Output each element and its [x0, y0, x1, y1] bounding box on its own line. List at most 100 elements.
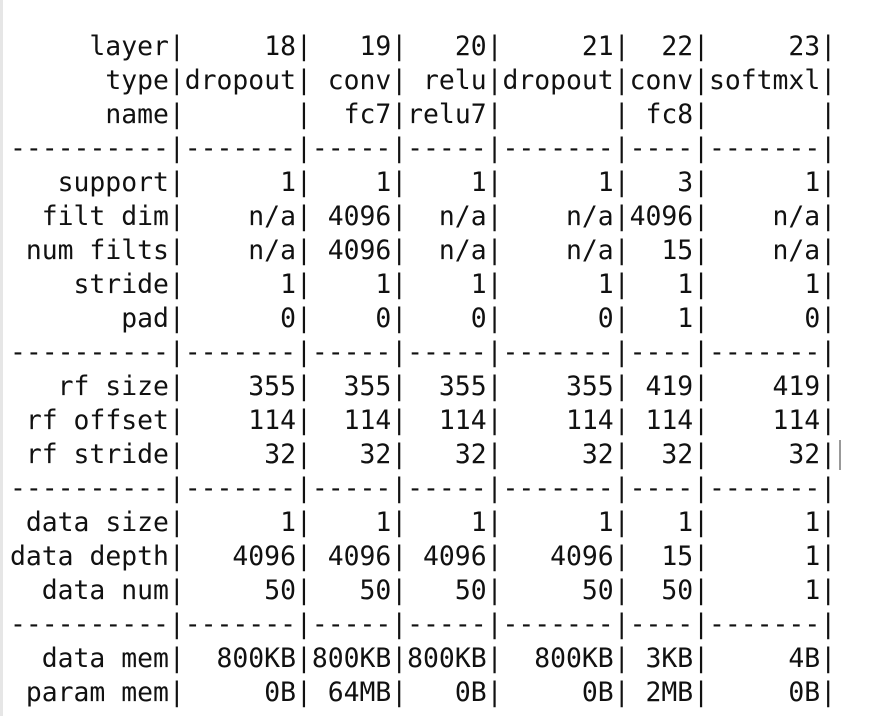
- column-divider: |: [168, 473, 185, 504]
- cell-value: 1: [470, 269, 487, 300]
- column-divider: |: [295, 337, 312, 368]
- separator-row: ---------- | ------- | ----- | ----- | ------- | -…: [10, 608, 841, 642]
- cell-value: 15: [661, 541, 694, 572]
- rule-segment: -------: [184, 337, 296, 368]
- column-divider: |: [613, 133, 630, 164]
- column-divider: |: [391, 337, 408, 368]
- column-divider: |: [295, 371, 312, 402]
- table-row: name | | fc7 | relu7 | | fc8 | |: [10, 98, 841, 132]
- cell-value: 50: [454, 575, 487, 606]
- cell-value: [709, 98, 820, 132]
- column-divider: |: [391, 541, 408, 572]
- column-divider: |: [820, 65, 837, 96]
- cell-value: 800KB: [311, 643, 392, 674]
- rule-segment: -------: [708, 473, 821, 504]
- cell-value: 1: [597, 507, 614, 538]
- column-divider: |: [693, 235, 709, 266]
- column-divider: |: [693, 337, 709, 368]
- column-divider: |: [295, 201, 312, 232]
- cell-value: 114: [772, 405, 821, 436]
- cell-value: 0B: [454, 677, 487, 708]
- rule-segment: -------: [708, 337, 821, 368]
- column-divider: |: [820, 201, 837, 232]
- cell-value: fc7: [343, 99, 392, 130]
- rule-segment: ----: [629, 473, 694, 504]
- table-row: stride | 1 | 1 | 1 | 1 | 1 | 1 |: [10, 268, 841, 302]
- rule-segment: ----: [629, 133, 694, 164]
- column-divider: |: [168, 371, 185, 402]
- cell-value: 1: [375, 507, 392, 538]
- column-divider: |: [391, 405, 408, 436]
- cell-value: dropout: [502, 65, 614, 96]
- row-label: filt dim: [41, 201, 169, 232]
- column-divider: |: [168, 133, 185, 164]
- column-divider: |: [391, 473, 408, 504]
- table-row: layer | 18 | 19 | 20 | 21 | 22 | 23 |: [10, 30, 841, 64]
- cell-value: 0: [804, 303, 821, 334]
- table-row: pad | 0 | 0 | 0 | 0 | 1 | 0 |: [10, 302, 841, 336]
- column-divider: |: [613, 303, 630, 334]
- column-divider: |: [486, 65, 503, 96]
- column-divider: |: [168, 235, 185, 266]
- cell-value: n/a: [772, 235, 821, 266]
- rule-segment: -----: [311, 473, 392, 504]
- column-divider: |: [820, 677, 837, 708]
- cell-value: 4096: [629, 201, 694, 232]
- column-divider: |: [486, 167, 503, 198]
- column-divider: |: [295, 609, 312, 640]
- cell-value: 2MB: [645, 677, 694, 708]
- column-divider: |: [613, 643, 630, 674]
- column-divider: |: [613, 337, 630, 368]
- column-divider: |: [295, 473, 312, 504]
- cell-value: 0: [597, 303, 614, 334]
- cell-value: 1: [470, 167, 487, 198]
- table-row: data depth | 4096 | 4096 | 4096 | 4096 | 15 | 1 |: [10, 540, 841, 574]
- column-divider: |: [820, 473, 837, 504]
- cell-value: n/a: [248, 201, 296, 232]
- column-divider: |: [613, 167, 630, 198]
- cell-value: 0B: [581, 677, 614, 708]
- cell-value: 4096: [423, 541, 487, 572]
- column-divider: |: [168, 541, 185, 572]
- rule-segment: -------: [184, 609, 296, 640]
- cell-value: n/a: [248, 235, 296, 266]
- column-divider: |: [820, 405, 837, 436]
- cell-value: 22: [661, 31, 694, 62]
- column-divider: |: [486, 201, 503, 232]
- column-divider: |: [613, 439, 630, 470]
- table-row: data mem | 800KB | 800KB | 800KB | 800KB | 3KB | 4B |: [10, 642, 841, 676]
- cell-value: 800KB: [534, 643, 614, 674]
- column-divider: |: [820, 371, 837, 402]
- rule-segment: -------: [708, 133, 821, 164]
- cell-value: 1: [470, 507, 487, 538]
- cell-value: relu7: [407, 99, 487, 130]
- separator-row: ---------- | ------- | ----- | ----- | ------- | -…: [10, 472, 841, 506]
- cell-value: 0: [280, 303, 296, 334]
- column-divider: |: [295, 575, 312, 606]
- table-row: data num | 50 | 50 | 50 | 50 | 50 | 1 |: [10, 574, 841, 608]
- cell-value: 114: [438, 405, 487, 436]
- column-divider: |: [168, 677, 185, 708]
- column-divider: |: [391, 575, 408, 606]
- cell-value: 1: [280, 167, 296, 198]
- cell-value: 0B: [264, 677, 296, 708]
- cell-value: dropout: [184, 65, 296, 96]
- cell-value: [185, 98, 296, 132]
- column-divider: |: [693, 609, 709, 640]
- column-divider: |: [693, 133, 709, 164]
- rule-segment: -----: [311, 609, 392, 640]
- column-divider: |: [820, 643, 837, 674]
- column-divider: |: [693, 167, 709, 198]
- column-divider: |: [820, 269, 837, 300]
- column-divider: |: [168, 405, 185, 436]
- column-divider: |: [613, 99, 630, 130]
- column-divider: |: [486, 609, 503, 640]
- cell-value: 50: [359, 575, 392, 606]
- column-divider: |: [820, 303, 837, 334]
- rule-segment: ----------: [10, 609, 169, 640]
- column-divider: |: [295, 269, 312, 300]
- rule-segment: -------: [708, 609, 821, 640]
- cell-value: 64MB: [327, 677, 392, 708]
- cell-value: 4B: [788, 643, 821, 674]
- table-row: type | dropout | conv | relu | dropout | conv | soft…: [10, 64, 841, 98]
